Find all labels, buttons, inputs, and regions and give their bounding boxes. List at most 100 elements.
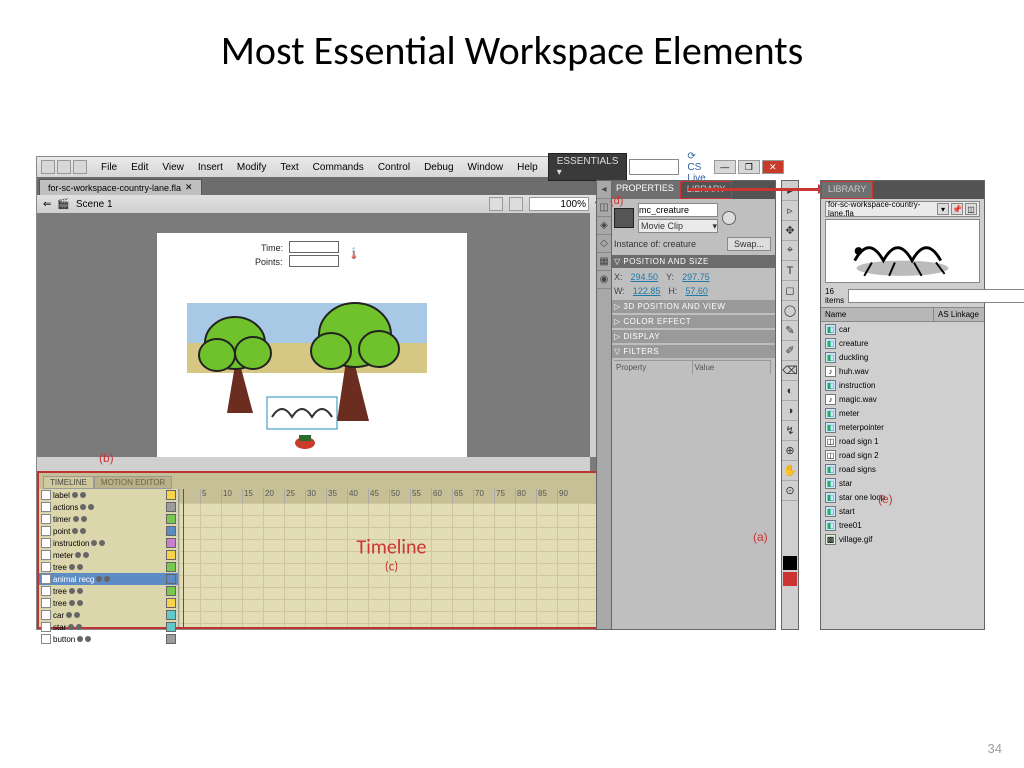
back-icon[interactable]: ⇐ (43, 199, 51, 210)
edit-symbol-icon[interactable] (509, 197, 523, 211)
lock-dot[interactable] (80, 492, 86, 498)
library-item[interactable]: ◧duckling (821, 350, 984, 364)
ruler-tick[interactable]: 20 (263, 489, 284, 503)
menu-debug[interactable]: Debug (418, 160, 459, 175)
pin-icon[interactable]: 📌 (951, 203, 963, 215)
new-library-icon[interactable]: ◫ (965, 203, 977, 215)
instance-name-input[interactable] (638, 203, 718, 217)
library-item[interactable]: ◧instruction (821, 378, 984, 392)
transform-icon[interactable]: ◇ (597, 235, 611, 253)
tool-9[interactable]: ⌫ (782, 361, 798, 381)
layer-row[interactable]: meter (39, 549, 178, 561)
ruler-tick[interactable]: 40 (347, 489, 368, 503)
library-item[interactable]: ◧creature (821, 336, 984, 350)
library-item[interactable]: ◧star (821, 476, 984, 490)
visibility-dot[interactable] (68, 624, 74, 630)
visibility-dot[interactable] (91, 540, 97, 546)
ruler-tick[interactable]: 50 (389, 489, 410, 503)
playhead[interactable] (183, 489, 184, 627)
menu-text[interactable]: Text (274, 160, 304, 175)
menu-window[interactable]: Window (462, 160, 510, 175)
tool-11[interactable]: ◑ (782, 401, 798, 421)
lock-dot[interactable] (99, 540, 105, 546)
ruler-tick[interactable]: 5 (200, 489, 221, 503)
stage[interactable]: Time: Points: 🌡️ (157, 233, 467, 467)
layer-row[interactable]: star (39, 621, 178, 633)
tool-0[interactable]: ▸ (782, 181, 798, 201)
tool-4[interactable]: T (782, 261, 798, 281)
visibility-dot[interactable] (75, 552, 81, 558)
swatches-icon[interactable]: ▦ (597, 253, 611, 271)
fill-swatch[interactable] (783, 572, 797, 586)
open-icon[interactable] (57, 160, 71, 174)
lock-dot[interactable] (74, 612, 80, 618)
visibility-dot[interactable] (80, 504, 86, 510)
ruler-tick[interactable]: 35 (326, 489, 347, 503)
menu-modify[interactable]: Modify (231, 160, 272, 175)
library-list-header[interactable]: Name AS Linkage (821, 307, 984, 322)
workspace-switcher[interactable]: ESSENTIALS ▾ (548, 153, 628, 181)
ruler-tick[interactable]: 25 (284, 489, 305, 503)
library-item[interactable]: ◫road sign 1 (821, 434, 984, 448)
ruler-tick[interactable]: 55 (410, 489, 431, 503)
layer-row[interactable]: point (39, 525, 178, 537)
lock-dot[interactable] (77, 564, 83, 570)
document-tab[interactable]: for-sc-workspace-country-lane.fla ✕ (39, 179, 202, 195)
lock-dot[interactable] (85, 636, 91, 642)
lock-dot[interactable] (88, 504, 94, 510)
ruler-tick[interactable]: 60 (431, 489, 452, 503)
visibility-dot[interactable] (77, 636, 83, 642)
library-item[interactable]: ◧star one loop (821, 490, 984, 504)
lock-dot[interactable] (77, 588, 83, 594)
visibility-dot[interactable] (69, 564, 75, 570)
tool-12[interactable]: ↯ (782, 421, 798, 441)
library-file-dropdown[interactable]: for-sc-workspace-country-lane.fla ▾📌◫ (825, 201, 980, 217)
section-color-effect[interactable]: ▷ COLOR EFFECT (610, 315, 775, 328)
layer-row[interactable]: actions (39, 501, 178, 513)
x-value[interactable]: 294.50 (631, 272, 659, 282)
info-icon[interactable]: ◈ (597, 217, 611, 235)
visibility-dot[interactable] (69, 600, 75, 606)
library-search-input[interactable] (848, 289, 1024, 303)
ruler-tick[interactable]: 75 (494, 489, 515, 503)
tab-motion-editor[interactable]: MOTION EDITOR (94, 476, 172, 489)
library-item[interactable]: ◧tree01 (821, 518, 984, 532)
layer-row[interactable]: button (39, 633, 178, 645)
layer-row[interactable]: label (39, 489, 178, 501)
cs-live-button[interactable]: ⟳ CS Live (687, 151, 705, 184)
menu-edit[interactable]: Edit (125, 160, 154, 175)
layer-row[interactable]: tree (39, 561, 178, 573)
ruler-tick[interactable]: 65 (452, 489, 473, 503)
tool-10[interactable]: ◐ (782, 381, 798, 401)
section-3d[interactable]: ▷ 3D POSITION AND VIEW (610, 300, 775, 313)
zoom-input[interactable] (529, 197, 589, 211)
library-col-linkage[interactable]: AS Linkage (934, 308, 984, 321)
tab-timeline[interactable]: TIMELINE (43, 476, 94, 489)
expand-panel-icon[interactable]: ◂ (597, 181, 611, 199)
ruler-tick[interactable]: 15 (242, 489, 263, 503)
layer-row[interactable]: tree (39, 597, 178, 609)
maximize-button[interactable]: ❐ (738, 160, 760, 174)
y-value[interactable]: 297.75 (682, 272, 710, 282)
layer-row[interactable]: tree (39, 585, 178, 597)
lock-dot[interactable] (76, 624, 82, 630)
lock-dot[interactable] (80, 528, 86, 534)
visibility-dot[interactable] (96, 576, 102, 582)
library-item[interactable]: ♪huh.wav (821, 364, 984, 378)
save-icon[interactable] (73, 160, 87, 174)
w-value[interactable]: 122.85 (633, 286, 661, 296)
lock-dot[interactable] (104, 576, 110, 582)
visibility-dot[interactable] (73, 516, 79, 522)
ruler-tick[interactable]: 30 (305, 489, 326, 503)
layer-row[interactable]: timer (39, 513, 178, 525)
swap-button[interactable]: Swap... (727, 237, 771, 251)
section-display[interactable]: ▷ DISPLAY (610, 330, 775, 343)
frame-area[interactable]: 51015202530354045505560657075808590 Time… (179, 489, 604, 627)
library-item[interactable]: ◫road sign 2 (821, 448, 984, 462)
menu-commands[interactable]: Commands (307, 160, 370, 175)
menu-insert[interactable]: Insert (192, 160, 229, 175)
library-item[interactable]: ◧start (821, 504, 984, 518)
symbol-type-dropdown[interactable]: Movie Clip▾ (638, 219, 718, 233)
library-tab[interactable]: LIBRARY (821, 181, 873, 199)
close-tab-icon[interactable]: ✕ (185, 182, 193, 193)
